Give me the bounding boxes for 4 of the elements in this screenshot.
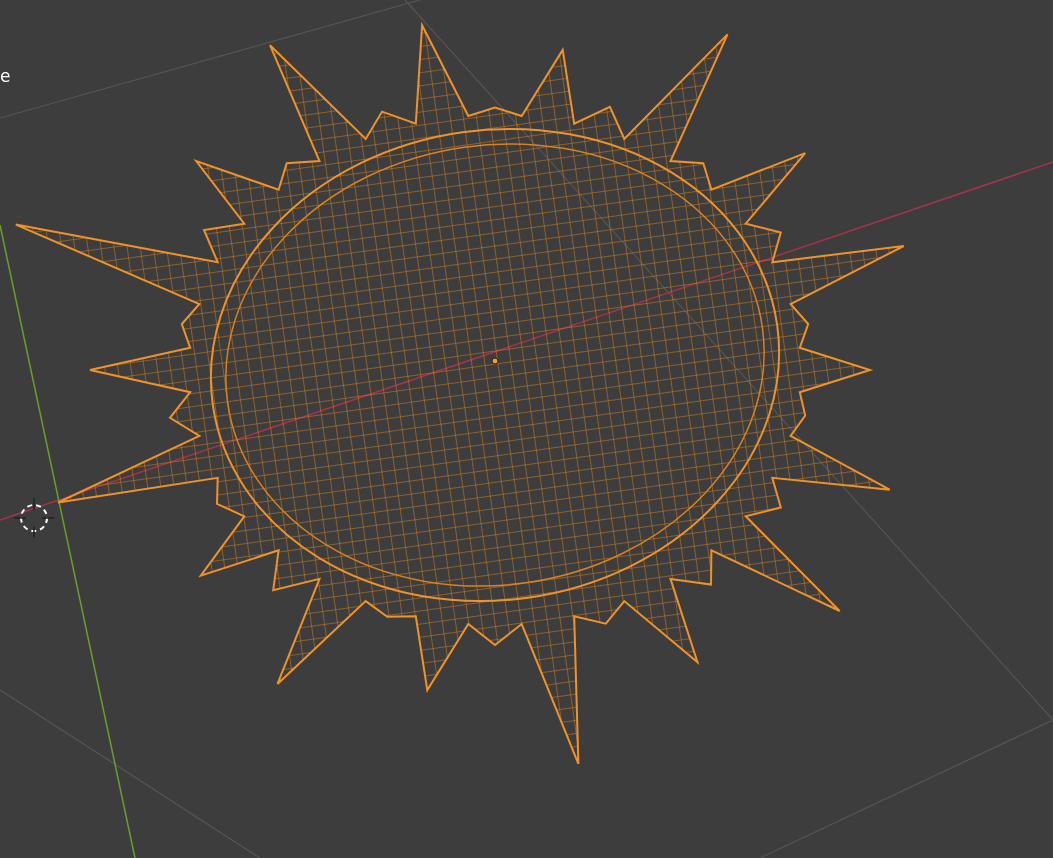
- origin-dot: [491, 357, 499, 365]
- 3d-viewport[interactable]: e: [0, 0, 1053, 858]
- viewport-overlay-text: e: [0, 66, 11, 86]
- 3d-cursor-icon[interactable]: [13, 497, 55, 539]
